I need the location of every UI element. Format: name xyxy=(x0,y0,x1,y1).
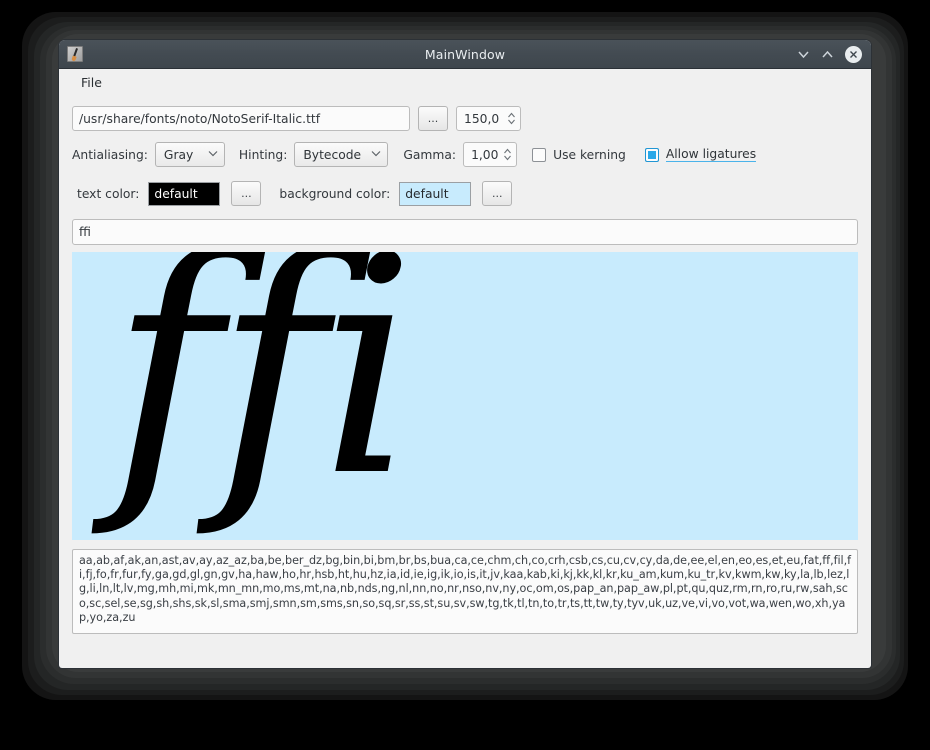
spinner-arrows-icon[interactable] xyxy=(503,148,512,161)
chevron-down-icon xyxy=(201,150,218,160)
preview-glyph-text: ffi xyxy=(110,252,416,540)
menu-item-file[interactable]: File xyxy=(75,73,108,92)
chevron-down-icon xyxy=(364,150,381,160)
text-color-browse-button[interactable]: ... xyxy=(231,181,262,206)
hinting-label: Hinting: xyxy=(238,147,288,162)
use-kerning-checkbox-row[interactable]: Use kerning xyxy=(532,147,626,162)
text-color-label: text color: xyxy=(77,186,140,201)
window-titlebar[interactable]: MainWindow xyxy=(59,40,871,69)
font-size-value: 150,0 xyxy=(464,111,500,126)
allow-ligatures-checkbox-row[interactable]: Allow ligatures xyxy=(644,147,757,162)
use-kerning-label: Use kerning xyxy=(553,147,626,162)
hinting-value: Bytecode xyxy=(303,147,362,162)
antialiasing-value: Gray xyxy=(163,147,194,162)
gamma-label: Gamma: xyxy=(403,147,457,162)
background-color-field[interactable]: default xyxy=(399,181,472,206)
sample-text-row: ffi xyxy=(72,219,858,245)
render-options-row: Antialiasing: Gray Hinting: Bytecode Gam… xyxy=(72,142,858,167)
allow-ligatures-checkbox[interactable] xyxy=(644,147,659,162)
window-controls xyxy=(797,45,871,63)
antialiasing-select[interactable]: Gray xyxy=(154,142,225,167)
hinting-select[interactable]: Bytecode xyxy=(294,142,389,167)
menubar: File xyxy=(59,69,871,96)
font-path-row: /usr/share/fonts/noto/NotoSerif-Italic.t… xyxy=(72,106,858,131)
sample-text-input[interactable]: ffi xyxy=(72,219,858,245)
glyph-preview-area: ffi xyxy=(72,252,858,540)
minimize-icon[interactable] xyxy=(797,50,810,59)
main-window: MainWindow File /usr/share/fonts/noto/No… xyxy=(59,40,871,668)
allow-ligatures-label: Allow ligatures xyxy=(665,147,757,162)
colors-row: text color: default ... background color… xyxy=(72,181,858,206)
close-icon[interactable] xyxy=(845,45,862,63)
window-body: /usr/share/fonts/noto/NotoSerif-Italic.t… xyxy=(59,96,871,634)
gamma-spinbox[interactable]: 1,00 xyxy=(463,142,518,167)
text-color-field[interactable]: default xyxy=(148,181,221,206)
use-kerning-checkbox[interactable] xyxy=(532,147,547,162)
desktop-background: MainWindow File /usr/share/fonts/noto/No… xyxy=(0,0,930,750)
supported-languages-box[interactable]: aa,ab,af,ak,an,ast,av,ay,az_az,ba,be,ber… xyxy=(72,549,858,634)
font-size-spinbox[interactable]: 150,0 xyxy=(456,106,521,131)
window-title: MainWindow xyxy=(424,46,506,62)
spinner-arrows-icon[interactable] xyxy=(507,112,516,125)
font-path-input[interactable]: /usr/share/fonts/noto/NotoSerif-Italic.t… xyxy=(72,106,410,131)
gamma-value: 1,00 xyxy=(471,147,499,162)
background-color-label: background color: xyxy=(279,186,391,201)
browse-font-button[interactable]: ... xyxy=(418,106,448,131)
application-icon xyxy=(67,46,83,62)
background-color-browse-button[interactable]: ... xyxy=(482,181,513,206)
maximize-icon[interactable] xyxy=(821,50,834,59)
supported-languages-text: aa,ab,af,ak,an,ast,av,ay,az_az,ba,be,ber… xyxy=(79,554,851,624)
antialiasing-label: Antialiasing: xyxy=(72,147,148,162)
